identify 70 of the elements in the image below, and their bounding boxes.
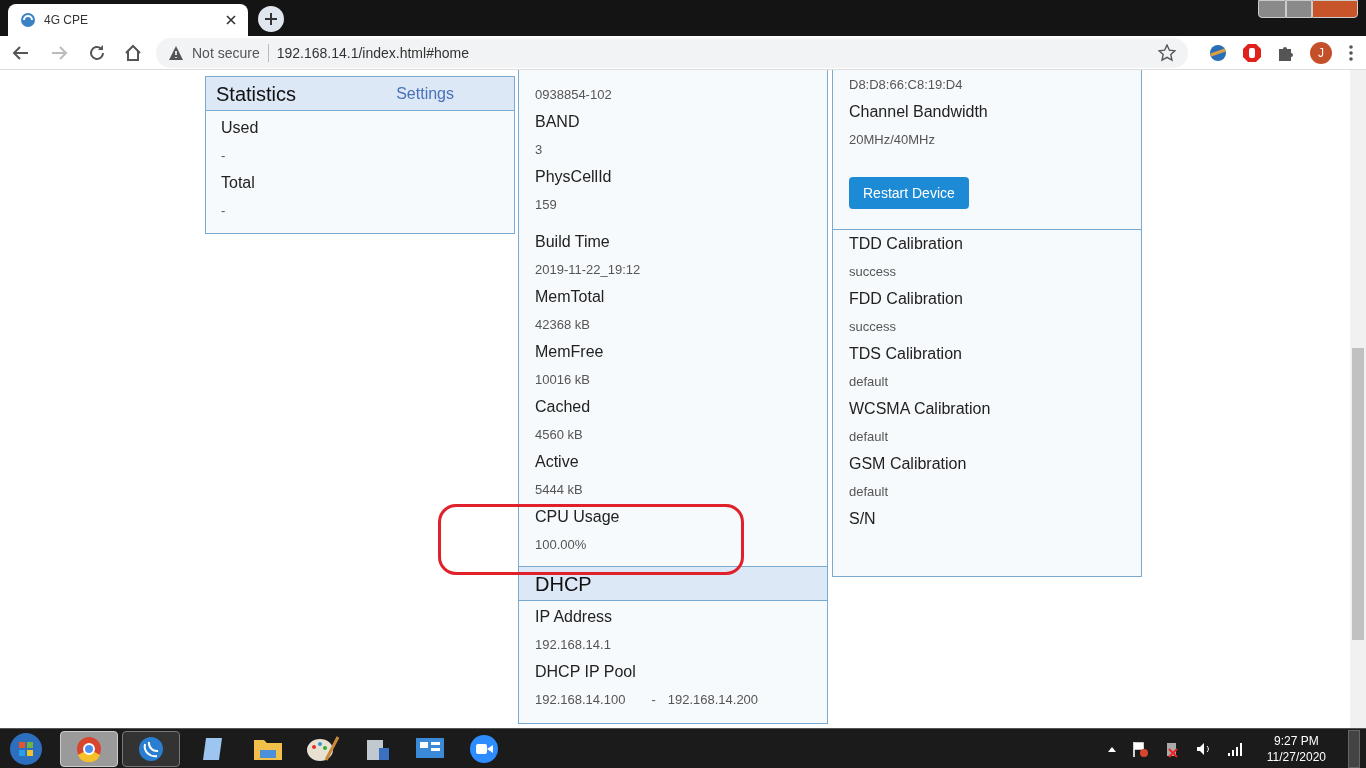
security-label: Not secure — [192, 43, 260, 63]
url-text: 192.168.14.1/index.html#home — [276, 43, 470, 63]
field-value: 192.168.14.200 — [667, 690, 759, 709]
field-value: default — [849, 427, 889, 446]
field-label: TDD Calibration — [849, 234, 964, 254]
close-button[interactable] — [1312, 0, 1358, 18]
panel-title: DHCP — [535, 571, 592, 597]
taskbar-button[interactable] — [60, 730, 118, 767]
field-label: DHCP IP Pool — [535, 662, 637, 682]
field-label: PhysCellId — [535, 167, 613, 187]
clock-time: 9:27 PM — [1274, 732, 1319, 749]
field-label: Active — [535, 452, 580, 472]
field-value: success — [849, 317, 896, 336]
field-label: Cached — [535, 397, 592, 417]
field-value: - — [221, 201, 226, 220]
field-label: Total — [221, 173, 256, 193]
field-value: 4560 kB — [535, 425, 583, 444]
field-label: CPU Usage — [535, 507, 621, 527]
field-label: Used — [221, 118, 260, 138]
field-label: BAND — [535, 112, 581, 132]
profile-avatar[interactable]: J — [1310, 41, 1332, 64]
scrollbar[interactable] — [1350, 70, 1366, 728]
field-value: 192.168.14.100 — [535, 690, 626, 709]
plus-icon — [265, 13, 277, 25]
field-label: FDD Calibration — [849, 289, 964, 309]
restart-device-button[interactable]: Restart Device — [849, 177, 969, 209]
scrollbar-thumb[interactable] — [1352, 348, 1364, 640]
field-label: MemTotal — [535, 287, 606, 307]
field-label: MemFree — [535, 342, 605, 362]
settings-link[interactable]: Settings — [396, 81, 454, 106]
new-tab-button[interactable] — [258, 6, 284, 32]
field-value: 5444 kB — [535, 480, 583, 499]
flag-icon[interactable] — [1130, 739, 1149, 758]
field-label: GSM Calibration — [849, 454, 968, 474]
router-app-icon — [138, 735, 164, 762]
star-icon[interactable] — [1158, 43, 1176, 62]
field-value: 0938854-102 — [535, 85, 612, 104]
warning-icon — [168, 44, 184, 61]
extension-icon[interactable] — [1208, 42, 1228, 63]
field-value: 100.00% — [535, 535, 587, 554]
show-desktop-button[interactable] — [1348, 729, 1360, 768]
address-bar[interactable]: Not secure 192.168.14.1/index.html#home — [156, 37, 1188, 68]
field-value: D8:D8:66:C8:19:D4 — [849, 75, 963, 94]
field-value: 2019-11-22_19:12 — [535, 260, 641, 279]
field-label: TDS Calibration — [849, 344, 963, 364]
globe-icon — [20, 12, 36, 28]
field-value: default — [849, 482, 889, 501]
close-icon[interactable] — [226, 15, 236, 25]
field-value: success — [849, 262, 896, 281]
field-label: Build Time — [535, 232, 611, 252]
field-value: 192.168.14.1 — [535, 635, 611, 654]
field-value: 42368 kB — [535, 315, 590, 334]
field-label: Channel Bandwidth — [849, 102, 989, 122]
browser-icon — [76, 735, 102, 762]
field-label: WCSMA Calibration — [849, 399, 992, 419]
tab-title: 4G CPE — [44, 12, 89, 28]
clock-date: 11/27/2020 — [1266, 748, 1326, 765]
field-value: 159 — [535, 195, 557, 214]
field-value: 10016 kB — [535, 370, 590, 389]
field-value: 3 — [535, 140, 543, 159]
field-value: - — [221, 146, 226, 165]
taskbar-button[interactable] — [122, 730, 180, 767]
field-label: IP Address — [535, 607, 614, 627]
menu-icon[interactable] — [1346, 42, 1356, 63]
field-label: S/N — [849, 509, 877, 529]
field-value: 20MHz/40MHz — [849, 130, 935, 149]
browser-tab[interactable]: 4G CPE — [8, 4, 248, 36]
field-value: default — [849, 372, 889, 391]
panel-title: Statistics — [216, 81, 298, 107]
range-dash: - — [651, 690, 656, 709]
